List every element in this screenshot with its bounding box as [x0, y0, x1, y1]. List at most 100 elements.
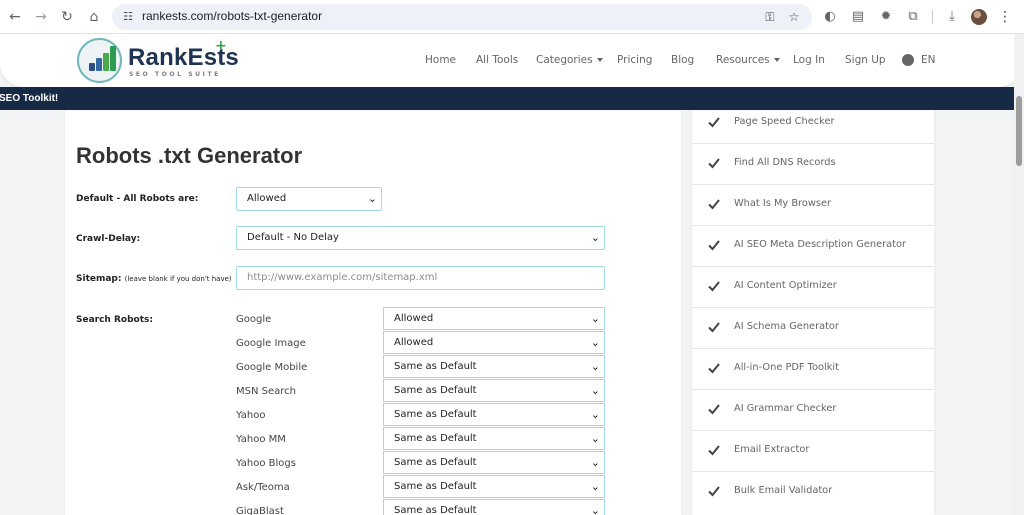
robot-value: Same as Default: [394, 505, 477, 515]
check-icon: [708, 363, 720, 374]
address-bar[interactable]: ☷ rankests.com/robots-txt-generator ⚿ ☆: [112, 4, 812, 30]
home-icon[interactable]: ⌂: [85, 8, 103, 26]
robot-select[interactable]: Same as Default ⌄: [383, 475, 605, 498]
robot-value: Same as Default: [394, 409, 477, 420]
robot-value: Same as Default: [394, 481, 477, 492]
chevron-down-icon: ⌄: [590, 504, 600, 515]
sidebar-tool-item[interactable]: AI Grammar Checker: [692, 390, 934, 431]
robot-select[interactable]: Same as Default ⌄: [383, 427, 605, 450]
banner-text: SEO Toolkit!: [0, 93, 59, 104]
sitemap-placeholder: http://www.example.com/sitemap.xml: [247, 272, 438, 283]
sidebar-tool-item[interactable]: Find All DNS Records: [692, 144, 934, 185]
sidebar-tool-label: All-in-One PDF Toolkit: [734, 362, 839, 373]
globe-icon[interactable]: [902, 54, 914, 66]
crawl-delay-select[interactable]: Default - No Delay ⌄: [236, 226, 605, 250]
sidebar-tool-label: What Is My Browser: [734, 198, 832, 209]
sidebar-tool-item[interactable]: AI SEO Meta Description Generator: [692, 226, 934, 267]
sidebar-tool-item[interactable]: AI Schema Generator: [692, 308, 934, 349]
sitemap-input[interactable]: http://www.example.com/sitemap.xml: [236, 266, 605, 290]
robot-select[interactable]: Same as Default ⌄: [383, 451, 605, 474]
robot-select[interactable]: Allowed ⌄: [383, 331, 605, 354]
sidebar-tool-item[interactable]: Bulk Email Validator: [692, 472, 934, 513]
chevron-down-icon: ⌄: [590, 408, 600, 421]
check-icon: [708, 486, 720, 497]
search-robots-label: Search Robots:: [76, 315, 153, 325]
default-robots-value: Allowed: [247, 193, 287, 204]
related-tools-sidebar: Page Speed Checker Find All DNS Records …: [692, 110, 934, 515]
sidebar-tool-item[interactable]: Email Extractor: [692, 431, 934, 472]
robot-value: Same as Default: [394, 385, 477, 396]
sidebar-tool-label: Email Extractor: [734, 444, 810, 455]
extension-icon[interactable]: ◐: [821, 8, 839, 26]
robot-value: Same as Default: [394, 433, 477, 444]
browser-toolbar: ← → ↻ ⌂ ☷ rankests.com/robots-txt-genera…: [0, 0, 1024, 34]
chevron-down-icon: ⌄: [590, 336, 600, 349]
download-icon[interactable]: ⤓: [943, 8, 961, 26]
brand-plus-icon: +: [215, 38, 227, 54]
check-icon: [708, 445, 720, 456]
sitemap-hint: (leave blank if you don't have): [124, 275, 232, 283]
robot-value: Same as Default: [394, 457, 477, 468]
robot-select[interactable]: Same as Default ⌄: [383, 403, 605, 426]
back-arrow-icon[interactable]: ←: [6, 8, 24, 26]
check-icon: [708, 281, 720, 292]
site-info-icon[interactable]: ☷: [120, 9, 136, 25]
robot-value: Same as Default: [394, 361, 477, 372]
robot-value: Allowed: [394, 337, 434, 348]
nav-all-tools[interactable]: All Tools: [476, 54, 518, 66]
star-icon[interactable]: ☆: [786, 9, 802, 25]
sidebar-tool-item[interactable]: All-in-One PDF Toolkit: [692, 349, 934, 390]
sitemap-label-text: Sitemap:: [76, 274, 122, 284]
robot-select[interactable]: Same as Default ⌄: [383, 379, 605, 402]
profile-avatar[interactable]: [971, 9, 987, 25]
robot-name: Google Image: [236, 338, 306, 349]
nav-resources[interactable]: Resources: [716, 54, 780, 66]
chevron-down-icon: ⌄: [367, 192, 377, 205]
puzzle-icon[interactable]: ⧉: [904, 8, 922, 26]
chevron-down-icon: [596, 58, 603, 62]
robot-name: Google: [236, 314, 272, 325]
nav-categories[interactable]: Categories: [536, 54, 603, 66]
chevron-down-icon: ⌄: [590, 384, 600, 397]
sun-icon[interactable]: ✹: [877, 8, 895, 26]
robot-select[interactable]: Same as Default ⌄: [383, 355, 605, 378]
nav-blog[interactable]: Blog: [671, 54, 694, 66]
check-icon: [708, 404, 720, 415]
sidebar-tool-label: AI Schema Generator: [734, 321, 839, 332]
chevron-down-icon: [773, 58, 780, 62]
sitemap-label: Sitemap: (leave blank if you don't have): [76, 274, 232, 284]
brand-tagline: SEO TOOL SUITE: [129, 71, 221, 78]
nav-pricing[interactable]: Pricing: [617, 54, 652, 66]
key-icon[interactable]: ⚿: [762, 9, 778, 25]
robot-select[interactable]: Same as Default ⌄: [383, 499, 605, 515]
sidebar-tool-item[interactable]: What Is My Browser: [692, 185, 934, 226]
sidebar-tool-label: AI SEO Meta Description Generator: [734, 239, 907, 250]
nav-categories-label: Categories: [536, 54, 593, 66]
nav-signup[interactable]: Sign Up: [845, 54, 886, 66]
check-icon: [708, 322, 720, 333]
robot-name: GigaBlast: [236, 506, 284, 515]
default-robots-select[interactable]: Allowed ⌄: [236, 187, 382, 211]
forward-arrow-icon[interactable]: →: [32, 8, 50, 26]
more-vertical-icon[interactable]: ⋮: [998, 8, 1012, 26]
chevron-down-icon: ⌄: [590, 312, 600, 325]
robot-name: Yahoo MM: [236, 434, 286, 445]
logo-icon[interactable]: [77, 38, 122, 83]
scrollbar-thumb[interactable]: [1016, 96, 1022, 166]
sidebar-tool-item[interactable]: AI Content Optimizer: [692, 267, 934, 308]
check-icon: [708, 117, 720, 128]
nav-home[interactable]: Home: [425, 54, 456, 66]
page-scrollbar[interactable]: [1014, 34, 1024, 515]
sidebar-tool-item[interactable]: Page Speed Checker: [692, 103, 934, 144]
robot-value: Allowed: [394, 313, 434, 324]
default-robots-label: Default - All Robots are:: [76, 194, 199, 204]
robot-name: MSN Search: [236, 386, 296, 397]
storage-icon[interactable]: ▤: [849, 8, 867, 26]
check-icon: [708, 158, 720, 169]
nav-language[interactable]: EN: [921, 54, 936, 66]
nav-login[interactable]: Log In: [793, 54, 825, 66]
robot-select[interactable]: Allowed ⌄: [383, 307, 605, 330]
reload-icon[interactable]: ↻: [58, 8, 76, 26]
url-text[interactable]: rankests.com/robots-txt-generator: [142, 9, 322, 23]
chevron-down-icon: ⌄: [590, 456, 600, 469]
